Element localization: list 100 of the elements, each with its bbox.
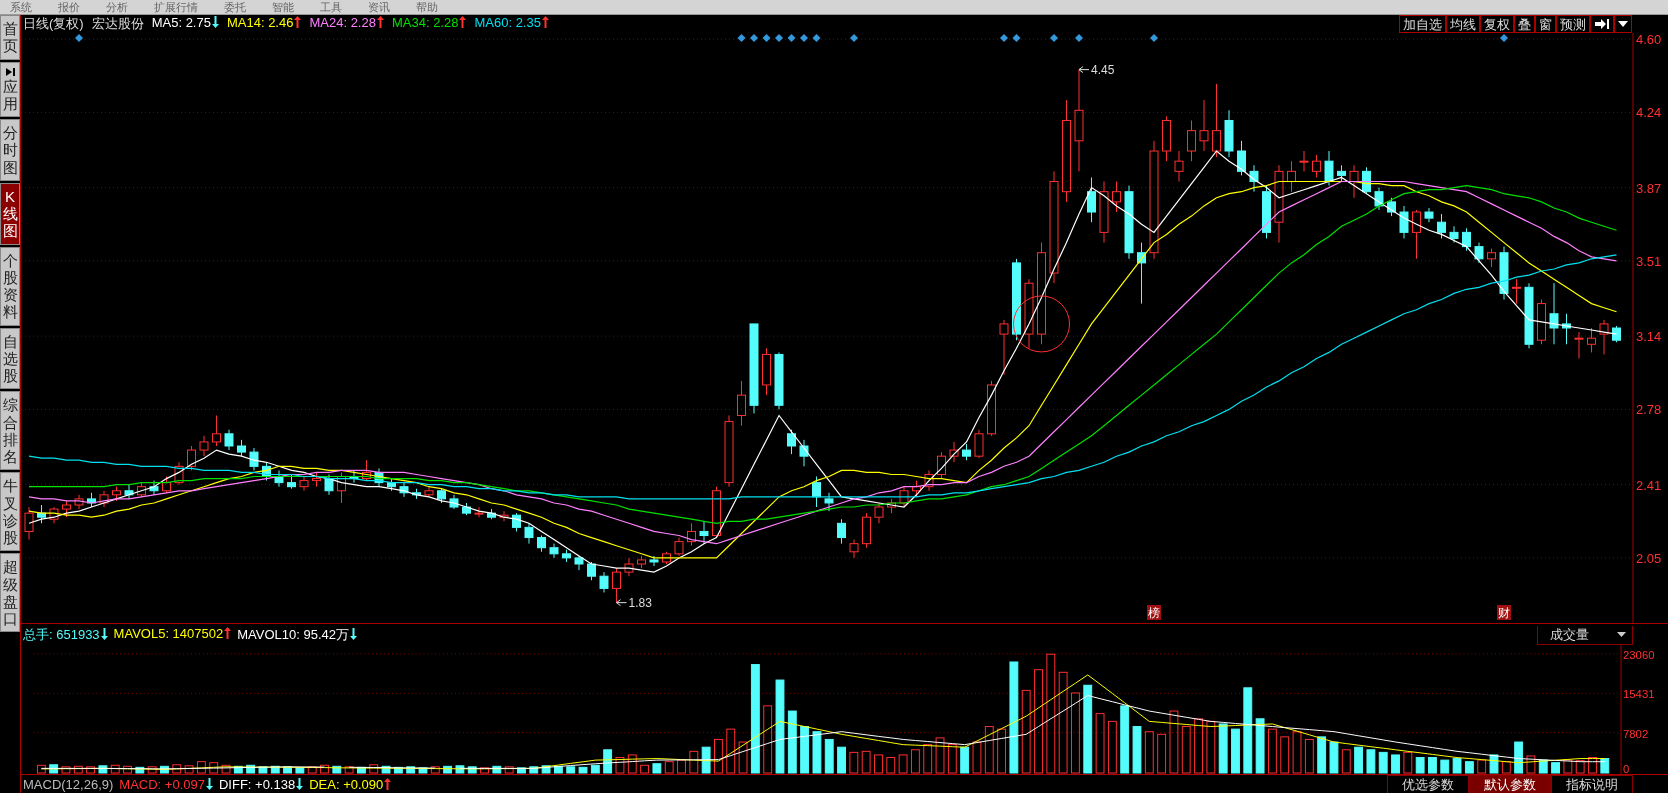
series-name: MA14	[226, 15, 261, 30]
sidebar-tab[interactable]: 超级盘口	[0, 553, 20, 633]
bar	[1021, 689, 1031, 774]
bar	[1120, 705, 1130, 774]
bar	[960, 746, 970, 774]
stock-name: 宏达股份	[91, 15, 144, 33]
volume-axis-label: 0	[1623, 763, 1630, 774]
sidebar-tab[interactable]: 应用	[0, 61, 20, 117]
candlestick	[1162, 115, 1171, 162]
menu-item[interactable]: 委托	[224, 0, 246, 14]
candlestick	[1199, 99, 1209, 152]
sidebar-tab[interactable]: K线图	[0, 182, 20, 245]
indicator-dropdown[interactable]: 成交量	[1537, 625, 1633, 645]
bar	[1009, 661, 1019, 774]
sidebar-tab[interactable]: 个股资料	[0, 246, 20, 326]
indicator-tab[interactable]: 指标说明	[1551, 775, 1633, 793]
bar	[566, 766, 576, 774]
bar	[1452, 758, 1462, 774]
toolbar-button[interactable]: 复权	[1480, 15, 1514, 33]
indicator-value: DEA: +0.090	[309, 777, 384, 792]
candlestick	[1124, 185, 1134, 260]
candlestick	[474, 506, 484, 518]
candlestick	[1549, 282, 1559, 345]
candlestick	[1287, 160, 1296, 193]
menu-item[interactable]: 资讯	[368, 0, 390, 14]
bar	[1058, 671, 1068, 774]
arrow-to-bar-icon	[1594, 18, 1610, 30]
bar	[110, 764, 120, 774]
bar	[1354, 746, 1364, 774]
volume-axis-label: 7802	[1623, 727, 1649, 740]
expand-button[interactable]	[1590, 15, 1614, 33]
menu-item[interactable]: 系统	[10, 0, 32, 14]
candlestick	[1224, 109, 1234, 158]
bar	[837, 746, 846, 774]
toolbar-button[interactable]: 预测	[1556, 15, 1590, 33]
bar	[1243, 687, 1253, 774]
bar	[824, 738, 834, 774]
price-axis-label: 3.14	[1636, 329, 1662, 345]
low-price-label: 1.83	[628, 595, 652, 610]
menu-item[interactable]: 报价	[58, 0, 80, 14]
sidebar-tab[interactable]: 分时图	[0, 119, 20, 181]
event-marker[interactable]: 财	[1497, 605, 1511, 620]
candlestick	[1062, 99, 1071, 203]
price-axis-label: 4.24	[1636, 105, 1662, 121]
period-label: 日线(复权)	[23, 15, 84, 33]
bar	[1600, 758, 1610, 774]
bar	[812, 731, 822, 774]
candlestick	[499, 510, 509, 522]
candlestick	[1149, 140, 1159, 260]
bar	[147, 766, 157, 774]
candlestick	[674, 537, 684, 557]
indicator-value: : 2.46	[260, 15, 294, 30]
sidebar-tab[interactable]: 综合排名	[0, 391, 20, 471]
indicator-value: : 2.28	[425, 15, 459, 30]
bar	[1107, 720, 1117, 774]
candlestick	[899, 486, 909, 508]
candlestick	[1449, 225, 1459, 244]
bar	[1551, 762, 1560, 774]
candlestick	[299, 476, 309, 492]
bar	[86, 766, 96, 774]
candlestick	[624, 557, 634, 577]
sidebar-tab[interactable]: 牛叉诊股	[0, 472, 20, 552]
sidebar-tab[interactable]: 自选股	[0, 327, 20, 390]
toolbar-button[interactable]: 窗	[1535, 15, 1556, 33]
bar	[1317, 736, 1327, 774]
toolbar-button[interactable]: 均线	[1446, 15, 1480, 33]
candlestick	[737, 380, 746, 427]
bar	[1144, 731, 1154, 774]
toolbar-button[interactable]: 叠	[1514, 15, 1535, 33]
menu-item[interactable]: 扩展行情	[154, 0, 198, 14]
dropdown-button[interactable]	[1614, 15, 1632, 33]
menu-item[interactable]: 帮助	[416, 0, 438, 14]
bar	[61, 766, 71, 774]
bar	[307, 766, 317, 774]
menu-item[interactable]: 分析	[106, 0, 128, 14]
bar	[1378, 751, 1388, 774]
bar	[320, 764, 329, 774]
caret-icon	[1617, 632, 1626, 637]
candlestick	[524, 522, 534, 545]
menu-item[interactable]: 智能	[272, 0, 294, 14]
candlestick	[924, 469, 934, 492]
macd-title: MACD(12,26,9)	[23, 777, 114, 792]
bar	[1181, 726, 1191, 774]
candlestick	[1274, 164, 1284, 244]
sidebar-tab[interactable]: 首页	[0, 15, 20, 60]
high-price-label: 4.45	[1091, 62, 1115, 77]
candlestick	[74, 494, 84, 510]
bar	[184, 765, 194, 774]
event-marker[interactable]: 榜	[1147, 605, 1161, 620]
menu-item[interactable]: 工具	[320, 0, 342, 14]
candlestick	[337, 471, 346, 504]
indicator-tab[interactable]: 默认参数	[1469, 775, 1551, 793]
indicator-value: : 2.28	[343, 15, 376, 30]
indicator-value: : 2.75	[178, 15, 211, 30]
price-axis-label: 3.87	[1636, 180, 1662, 196]
caret-icon	[1618, 21, 1628, 27]
bar	[504, 766, 514, 774]
candlestick	[1574, 331, 1584, 360]
indicator-tab[interactable]: 优选参数	[1387, 775, 1469, 793]
toolbar-button[interactable]: 加自选	[1399, 15, 1446, 33]
